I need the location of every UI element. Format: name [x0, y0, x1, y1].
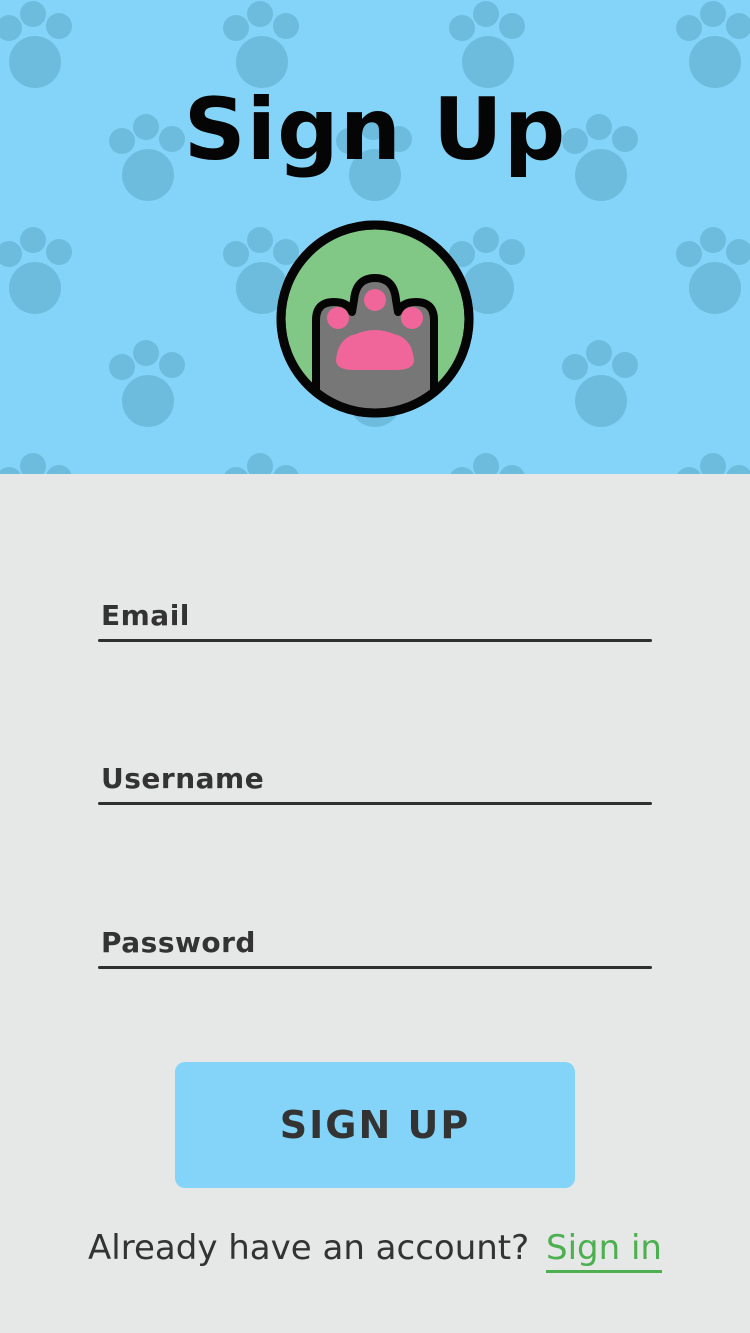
cat-paw-icon [276, 220, 474, 418]
header-banner: Sign Up [0, 0, 750, 474]
password-field[interactable]: Password [98, 909, 652, 969]
username-field[interactable]: Username [98, 745, 652, 805]
sign-in-prompt: Already have an account? Sign in [0, 1228, 750, 1273]
email-label: Email [101, 599, 190, 632]
account-prompt-text: Already have an account? [88, 1228, 530, 1268]
email-underline [98, 639, 652, 642]
password-label: Password [101, 926, 256, 959]
page-title: Sign Up [183, 80, 567, 180]
password-underline [98, 966, 652, 969]
sign-in-link[interactable]: Sign in [545, 1228, 662, 1273]
username-label: Username [101, 762, 265, 795]
email-field[interactable]: Email [98, 582, 652, 642]
sign-up-button[interactable]: SIGN UP [175, 1062, 575, 1188]
username-underline [98, 802, 652, 805]
